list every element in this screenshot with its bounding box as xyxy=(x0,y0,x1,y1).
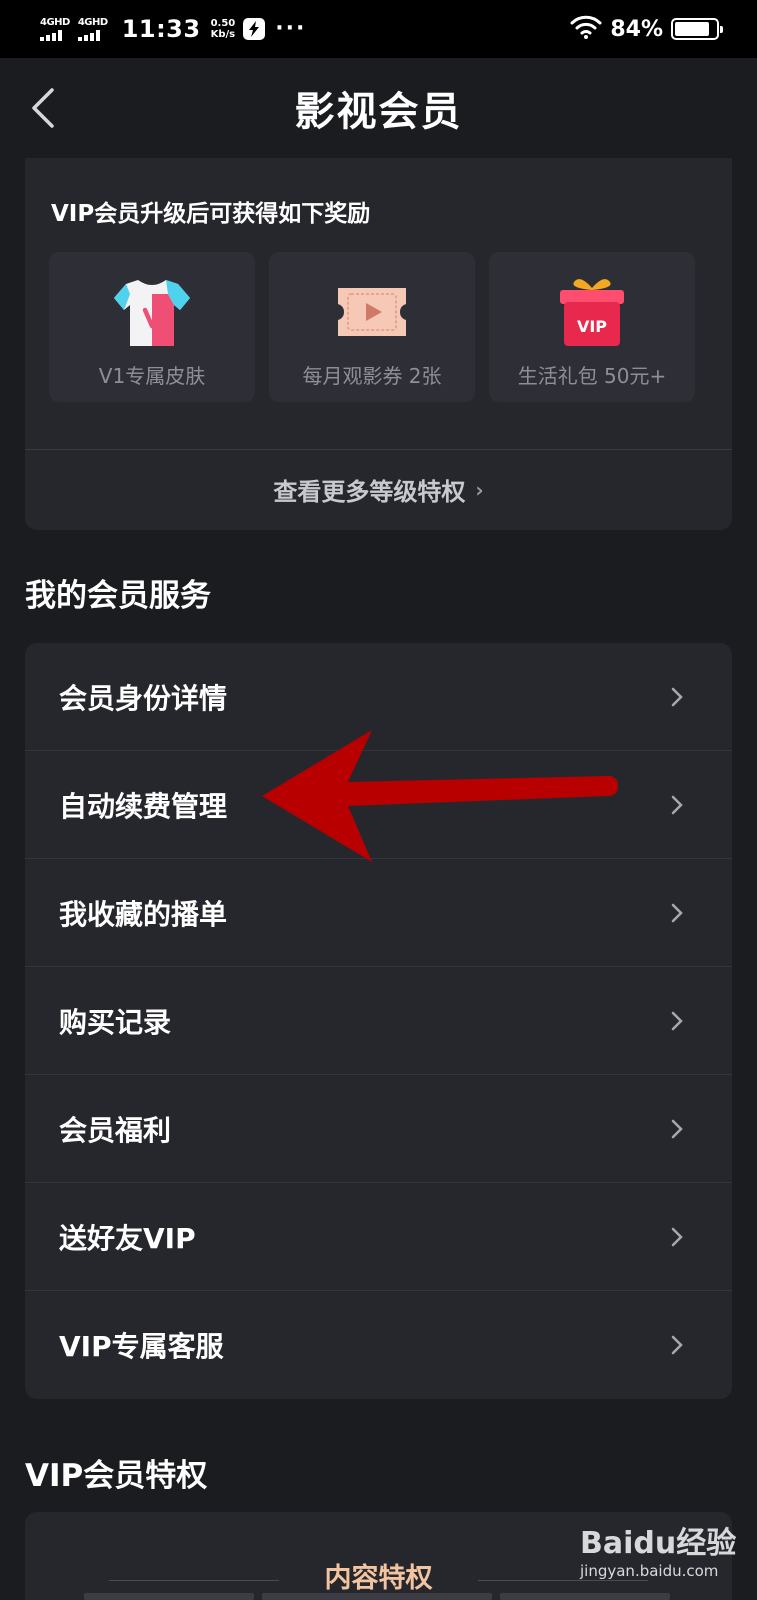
signal-icon xyxy=(77,29,100,41)
watermark-url: jingyan.baidu.com xyxy=(580,1562,719,1580)
services-section-title: 我的会员服务 xyxy=(25,578,211,614)
reward-label: V1专属皮肤 xyxy=(98,364,206,388)
tshirt-icon xyxy=(114,280,190,346)
signal-1: 4GHD xyxy=(40,16,70,41)
back-button[interactable] xyxy=(28,86,68,130)
service-item-label: 会员福利 xyxy=(59,1113,172,1147)
reward-tile-skin[interactable]: V1专属皮肤 xyxy=(49,252,255,402)
more-link-label: 查看更多等级特权 xyxy=(273,478,466,506)
privilege-tile xyxy=(262,1593,492,1600)
header: 影视会员 xyxy=(0,58,757,158)
gift-box-icon: VIP xyxy=(560,279,624,346)
service-item-label: 购买记录 xyxy=(59,1005,172,1039)
service-item-support[interactable]: VIP专属客服 xyxy=(25,1291,732,1399)
chevron-right-icon xyxy=(671,1335,683,1355)
chevron-right-icon: › xyxy=(475,477,484,502)
gift-badge: VIP xyxy=(577,317,607,336)
service-item-label: VIP专属客服 xyxy=(59,1330,224,1363)
chevron-right-icon xyxy=(671,687,683,707)
signal-icon xyxy=(40,29,62,41)
chevron-right-icon xyxy=(671,795,683,815)
clock: 11:33 xyxy=(121,15,201,43)
service-item-playlists[interactable]: 我收藏的播单 xyxy=(25,859,732,967)
speed-unit: Kb/s xyxy=(210,29,236,40)
battery-percent: 84% xyxy=(610,16,663,42)
privilege-tile xyxy=(84,1593,254,1600)
status-bar: 4GHD 4GHD 11:33 0.50 Kb/s ··· 84% xyxy=(0,0,757,58)
more-privileges-link[interactable]: 查看更多等级特权 › xyxy=(25,449,732,530)
services-list: 会员身份详情 自动续费管理 我收藏的播单 购买记录 会员福利 送好友VIP VI… xyxy=(25,643,732,1399)
signal-1-label: 4GHD xyxy=(40,16,70,28)
service-item-identity[interactable]: 会员身份详情 xyxy=(25,643,732,751)
wifi-icon xyxy=(570,15,602,43)
privileges-section-title: VIP会员特权 xyxy=(25,1458,208,1494)
service-item-auto-renew[interactable]: 自动续费管理 xyxy=(25,751,732,859)
signal-2: 4GHD xyxy=(77,16,108,41)
service-item-label: 我收藏的播单 xyxy=(59,897,228,931)
rewards-title: VIP会员升级后可获得如下奖励 xyxy=(51,201,371,227)
battery-icon xyxy=(671,18,723,40)
service-item-label: 送好友VIP xyxy=(59,1221,196,1255)
chevron-left-icon xyxy=(32,88,54,128)
signal-2-label: 4GHD xyxy=(77,16,108,28)
privilege-tile xyxy=(500,1593,670,1600)
more-notifications: ··· xyxy=(275,16,307,41)
chevron-right-icon xyxy=(671,1011,683,1031)
service-item-purchases[interactable]: 购买记录 xyxy=(25,967,732,1075)
network-speed: 0.50 Kb/s xyxy=(211,18,236,40)
status-right: 84% xyxy=(570,15,723,43)
chevron-right-icon xyxy=(671,1227,683,1247)
reward-tile-ticket[interactable]: 每月观影券 2张 xyxy=(269,252,475,402)
service-item-label: 自动续费管理 xyxy=(59,789,228,823)
service-item-gift-vip[interactable]: 送好友VIP xyxy=(25,1183,732,1291)
ticket-icon xyxy=(338,288,406,336)
page-title: 影视会员 xyxy=(294,89,463,135)
watermark-brand: Baidu经验 xyxy=(580,1526,737,1561)
service-item-benefits[interactable]: 会员福利 xyxy=(25,1075,732,1183)
reward-label: 生活礼包 50元+ xyxy=(517,364,667,388)
chevron-right-icon xyxy=(671,1119,683,1139)
rewards-card: VIP会员升级后可获得如下奖励 V1专属皮肤 每月观影券 2张 VIP 生活礼包… xyxy=(25,158,732,530)
screen: 4GHD 4GHD 11:33 0.50 Kb/s ··· 84% 影视会员 V… xyxy=(0,0,757,1600)
reward-tile-gift[interactable]: VIP 生活礼包 50元+ xyxy=(489,252,695,402)
reward-label: 每月观影券 2张 xyxy=(302,364,442,388)
service-item-label: 会员身份详情 xyxy=(59,681,228,715)
speed-value: 0.50 xyxy=(210,18,236,29)
chevron-right-icon xyxy=(671,903,683,923)
watermark: Baidu经验 jingyan.baidu.com xyxy=(580,1506,740,1586)
flash-icon xyxy=(243,18,266,40)
battery-fill xyxy=(675,22,709,36)
